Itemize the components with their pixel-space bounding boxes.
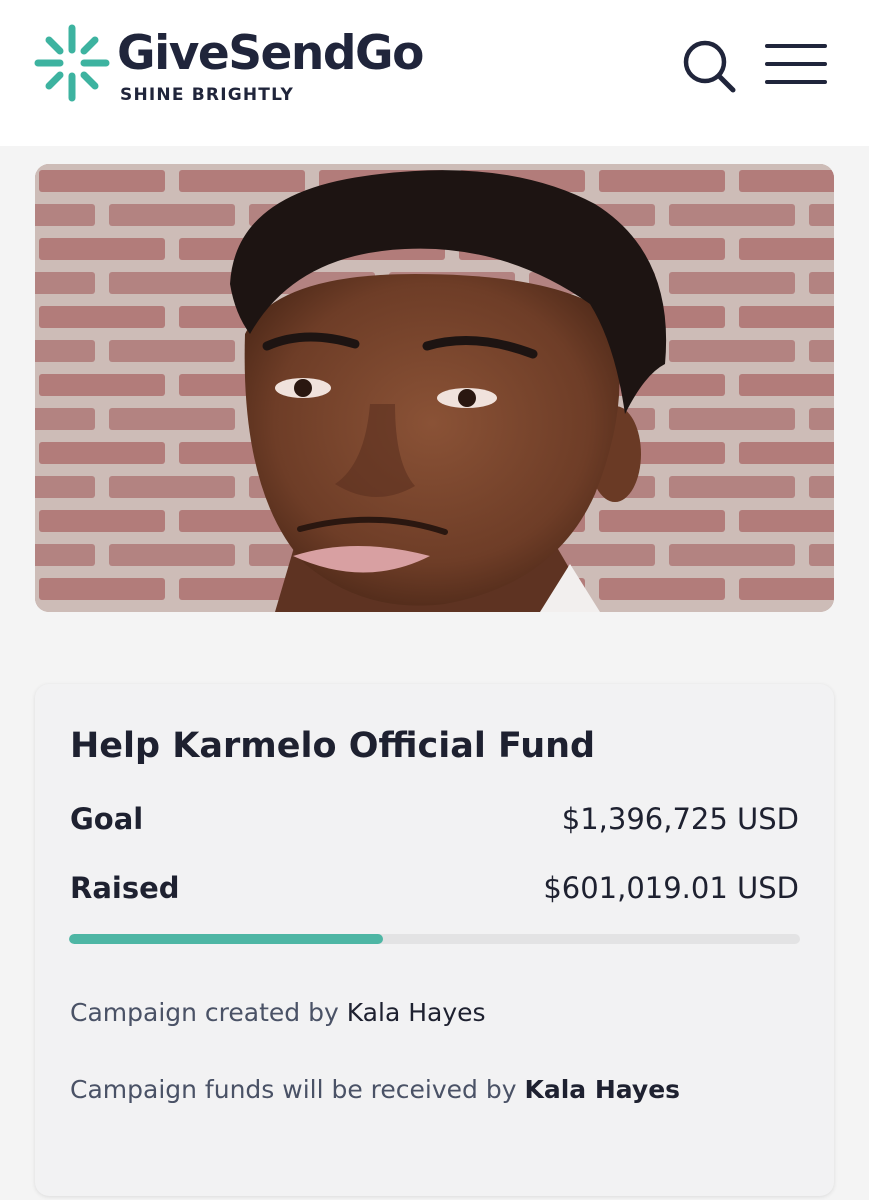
campaign-title: Help Karmelo Official Fund (70, 726, 596, 766)
search-icon (683, 40, 736, 93)
recipient-name-link[interactable]: Kala Hayes (524, 1075, 680, 1104)
campaign-recipient-line: Campaign funds will be received by Kala … (70, 1077, 680, 1102)
raised-label: Raised (70, 871, 180, 905)
recipient-prefix: Campaign funds will be received by (70, 1075, 517, 1104)
campaign-creator-line: Campaign created by Kala Hayes (70, 1000, 486, 1025)
raised-value: $601,019.01 USD (543, 871, 799, 905)
menu-button[interactable] (764, 42, 828, 86)
creator-prefix: Campaign created by (70, 998, 339, 1027)
funding-progress-fill (69, 934, 384, 944)
campaign-summary-card: Help Karmelo Official Fund Goal $1,396,7… (35, 684, 834, 1196)
search-button[interactable] (680, 38, 738, 94)
funding-progress-bar (69, 934, 800, 944)
hamburger-menu-icon (765, 44, 827, 84)
campaign-photo (35, 164, 834, 612)
brand-tagline: SHINE BRIGHTLY (120, 85, 295, 105)
brand-name[interactable]: GiveSendGo (117, 30, 424, 77)
goal-value: $1,396,725 USD (561, 802, 799, 836)
goal-label: Goal (70, 802, 144, 836)
site-header: GiveSendGo SHINE BRIGHTLY (0, 0, 869, 146)
sparkle-logo-icon[interactable] (34, 22, 110, 104)
creator-name-link[interactable]: Kala Hayes (347, 998, 486, 1027)
